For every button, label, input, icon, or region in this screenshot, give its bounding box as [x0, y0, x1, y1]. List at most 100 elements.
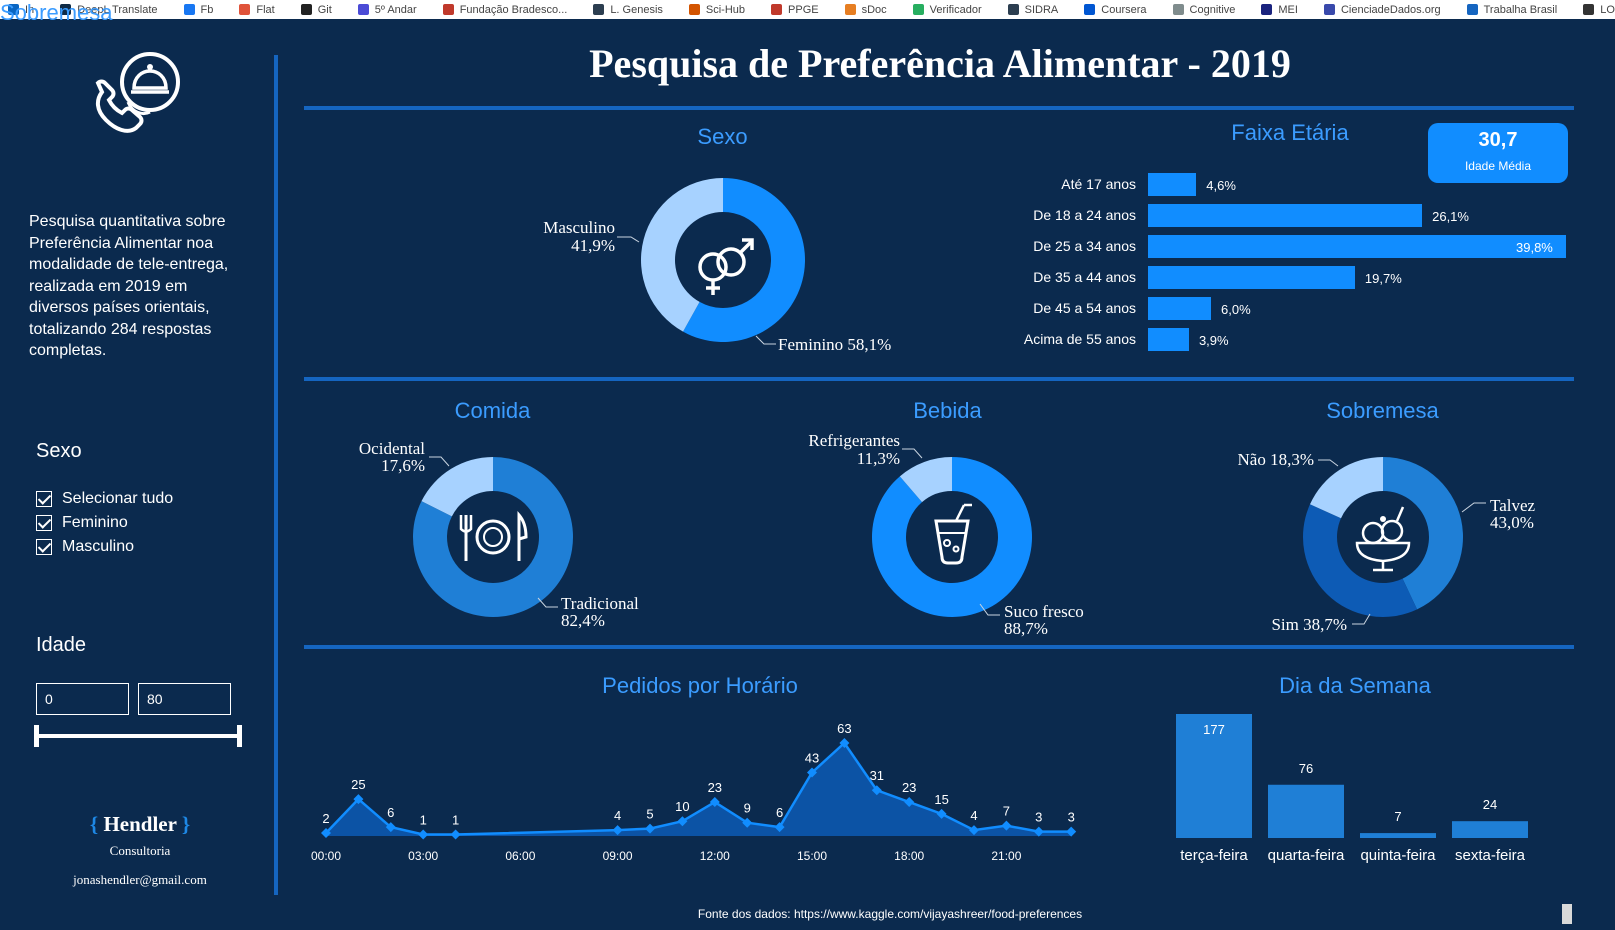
- pedidos-tick-label: 06:00: [505, 849, 535, 863]
- bookmark-item[interactable]: SIDRA: [1007, 3, 1059, 16]
- pedidos-data-label: 3: [1068, 810, 1075, 825]
- sexo-masculino-label: Masculino: [543, 218, 615, 237]
- dia-bar: [1452, 821, 1528, 838]
- bookmark-item[interactable]: Flat: [239, 4, 275, 16]
- age-min-input[interactable]: 0: [36, 683, 129, 715]
- pedidos-data-label: 23: [708, 780, 722, 795]
- pedidos-point: [418, 829, 429, 840]
- bookmark-item[interactable]: Cognitive: [1172, 4, 1235, 16]
- pedidos-data-label: 6: [387, 805, 394, 820]
- bookmark-item[interactable]: MEI: [1261, 4, 1298, 16]
- bookmark-label: Fb: [200, 3, 214, 16]
- page-title: Pesquisa de Preferência Alimentar - 2019: [589, 41, 1291, 86]
- pedidos-data-label: 15: [934, 792, 948, 807]
- bookmark-item[interactable]: L. Genesis: [593, 4, 663, 16]
- dessert-icon: [1355, 506, 1411, 572]
- pedidos-point: [450, 829, 461, 840]
- pedidos-data-label: 1: [420, 813, 427, 828]
- bookmark-label: Coursera: [1101, 3, 1147, 16]
- pedidos-tick-label: 18:00: [894, 849, 924, 863]
- sexo-donut-chart: [641, 178, 805, 342]
- bookmark-item[interactable]: Verificador: [912, 3, 982, 16]
- scroll-indicator[interactable]: [1562, 904, 1572, 924]
- sobremesa-sim-label: Sim 38,7%: [1271, 615, 1347, 634]
- bebida-refri-leader: [902, 448, 923, 459]
- comida-title: Comida: [454, 398, 531, 423]
- filter-option-label: Selecionar tudo: [62, 490, 174, 507]
- faixa-bar-label: De 45 a 54 anos: [1033, 300, 1136, 316]
- filter-option-label: Feminino: [62, 514, 128, 531]
- sobremesa-talvez-value: 43,0%: [1490, 513, 1534, 532]
- bebida-refri-value: 11,3%: [856, 449, 900, 468]
- idade-media-value: 30,7: [1478, 129, 1518, 151]
- checkbox-checked-icon[interactable]: [36, 491, 52, 507]
- bookmark-favicon-icon: [688, 4, 700, 15]
- dia-bar: [1360, 833, 1436, 838]
- bookmark-item[interactable]: Fb: [183, 3, 214, 16]
- dia-bar-value: 24: [1483, 797, 1497, 812]
- faixa-bar-label: Acima de 55 anos: [1023, 331, 1136, 347]
- bookmark-favicon-icon: [1583, 4, 1595, 15]
- faixa-bar-value: 4,6%: [1206, 178, 1236, 193]
- dia-title: Dia da Semana: [1279, 673, 1431, 698]
- sobremesa-title: Sobremesa: [0, 0, 113, 25]
- checkbox-checked-icon[interactable]: [36, 539, 52, 555]
- age-slider-min-handle[interactable]: [34, 725, 39, 747]
- sidebar-divider: [274, 55, 278, 895]
- bookmark-favicon-icon: [442, 4, 454, 15]
- filter-option-select-all[interactable]: Selecionar tudo: [36, 490, 173, 508]
- faixa-bar: [1148, 328, 1189, 351]
- bookmark-label: MEI: [1278, 3, 1298, 16]
- bookmark-label: Sci-Hub: [705, 3, 746, 16]
- pedidos-data-label: 3: [1035, 810, 1042, 825]
- pedidos-data-label: 4: [970, 808, 977, 823]
- bookmark-item[interactable]: LO: [1583, 4, 1615, 16]
- pedidos-tick-label: 12:00: [700, 849, 730, 863]
- bookmark-favicon-icon: [771, 4, 783, 15]
- dia-bar-value: 7: [1394, 809, 1401, 824]
- bookmark-item[interactable]: Sci-Hub: [688, 3, 746, 16]
- bookmark-item[interactable]: Fundação Bradesco...: [442, 4, 567, 16]
- filter-option-feminino[interactable]: Feminino: [36, 514, 128, 532]
- pedidos-data-label: 31: [870, 768, 884, 783]
- bookmark-label: SIDRA: [1024, 3, 1059, 16]
- age-slider-max-handle[interactable]: [237, 725, 242, 747]
- bookmark-item[interactable]: Git: [300, 4, 332, 16]
- sexo-title: Sexo: [697, 124, 748, 149]
- bookmark-item[interactable]: 5º Andar: [357, 4, 417, 16]
- pedidos-tick-label: 03:00: [408, 849, 438, 863]
- pedidos-data-label: 25: [351, 777, 365, 792]
- age-slider-track[interactable]: [36, 734, 242, 738]
- bookmark-label: Verificador: [929, 3, 982, 16]
- bookmark-item[interactable]: Coursera: [1084, 3, 1147, 16]
- idade-media-card: 30,7 Idade Média: [1428, 123, 1568, 183]
- sexo-filter-title: Sexo: [36, 440, 82, 462]
- dia-bar-value: 177: [1203, 722, 1225, 737]
- faixa-bar-value: 6,0%: [1221, 302, 1251, 317]
- bookmark-item[interactable]: PPGE: [771, 4, 819, 16]
- bookmark-favicon-icon: [300, 4, 312, 15]
- dia-category-label: sexta-feira: [1455, 847, 1526, 864]
- faixa-bar: [1148, 235, 1566, 258]
- faixa-bar-value: 3,9%: [1198, 333, 1229, 348]
- checkbox-checked-icon[interactable]: [36, 515, 52, 531]
- bebida-slice: [872, 457, 1032, 617]
- sexo-fem-leader: [755, 335, 776, 345]
- faixa-bar-label: De 35 a 44 anos: [1033, 269, 1136, 285]
- pedidos-title: Pedidos por Horário: [602, 673, 798, 698]
- age-max-input[interactable]: 80: [138, 683, 231, 715]
- data-source-note: Fonte dos dados: https://www.kaggle.com/…: [697, 907, 1083, 921]
- faixa-bar-label: De 18 a 24 anos: [1033, 207, 1136, 223]
- filter-option-masculino[interactable]: Masculino: [36, 538, 134, 556]
- bookmark-label: Trabalha Brasil: [1483, 3, 1558, 16]
- pedidos-data-label: 1: [452, 813, 459, 828]
- dia-category-label: quinta-feira: [1360, 847, 1436, 864]
- sobremesa-talvez-label: Talvez: [1490, 496, 1536, 515]
- bookmark-item[interactable]: Trabalha Brasil: [1466, 3, 1558, 16]
- sexo-masculino-value: 41,9%: [571, 236, 615, 255]
- bookmark-item[interactable]: sDoc: [844, 4, 887, 16]
- pedidos-tick-label: 15:00: [797, 849, 827, 863]
- brand-open-bracket: {: [89, 812, 99, 836]
- bookmark-label: PPGE: [788, 3, 819, 16]
- bookmark-item[interactable]: CienciadeDados.org: [1323, 4, 1441, 16]
